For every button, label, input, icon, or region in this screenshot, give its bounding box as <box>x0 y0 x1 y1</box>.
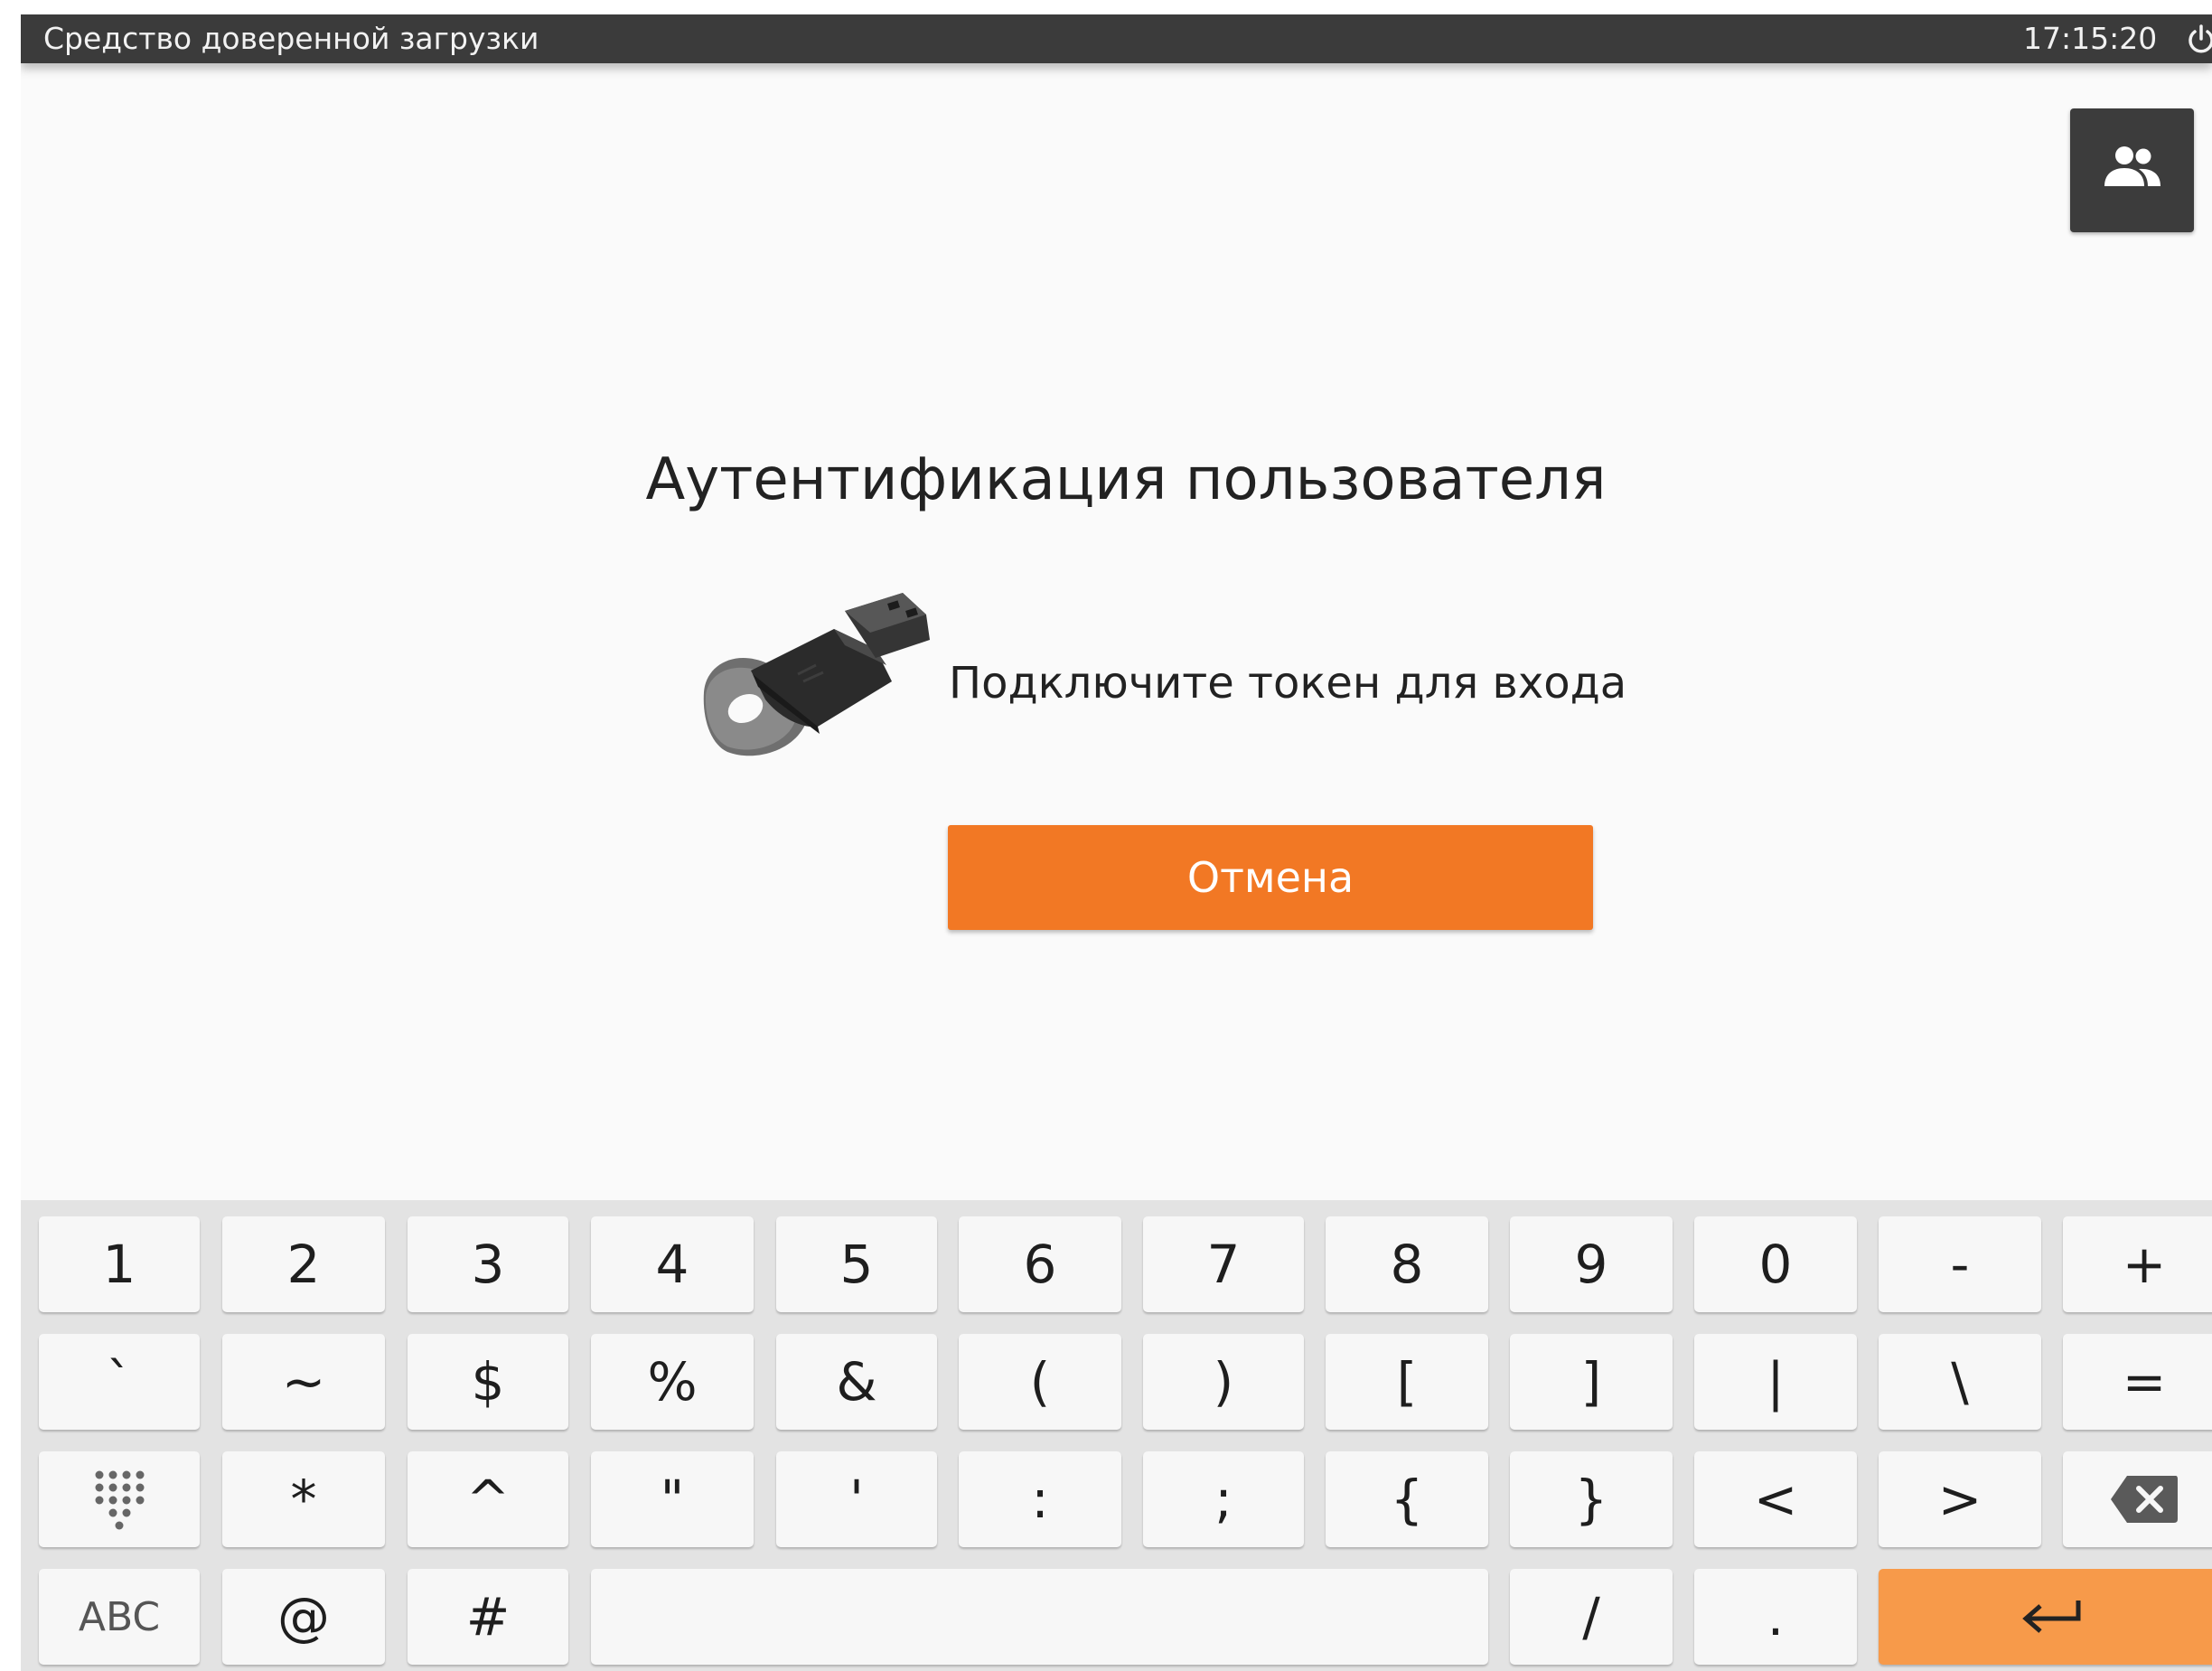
key-abc[interactable]: ABC <box>39 1569 200 1665</box>
key-percent[interactable]: % <box>591 1334 754 1430</box>
key-right-bracket[interactable]: ] <box>1510 1334 1673 1430</box>
clock: 17:15:20 <box>2023 21 2158 56</box>
key-3[interactable]: 3 <box>408 1216 568 1312</box>
key-right-brace[interactable]: } <box>1510 1451 1673 1547</box>
key-left-paren[interactable]: ( <box>959 1334 1121 1430</box>
key-numpad[interactable] <box>39 1451 200 1547</box>
key-5[interactable]: 5 <box>776 1216 937 1312</box>
key-slash[interactable]: / <box>1510 1569 1673 1665</box>
cancel-button[interactable]: Отмена <box>948 825 1593 930</box>
key-6[interactable]: 6 <box>959 1216 1121 1312</box>
key-equals[interactable]: = <box>2063 1334 2212 1430</box>
key-ampersand[interactable]: & <box>776 1334 937 1430</box>
key-9[interactable]: 9 <box>1510 1216 1673 1312</box>
enter-icon <box>2020 1597 2084 1637</box>
key-2[interactable]: 2 <box>222 1216 385 1312</box>
onscreen-keyboard: 1 2 3 4 5 6 7 8 9 0 - + ` ~ $ % & ( ) [ … <box>21 1200 2212 1671</box>
key-0[interactable]: 0 <box>1694 1216 1857 1312</box>
numpad-icon <box>92 1468 146 1531</box>
key-left-bracket[interactable]: [ <box>1326 1334 1488 1430</box>
key-double-quote[interactable]: " <box>591 1451 754 1547</box>
key-backspace[interactable] <box>2063 1451 2212 1547</box>
key-backtick[interactable]: ` <box>39 1334 200 1430</box>
key-caret[interactable]: ^ <box>408 1451 568 1547</box>
key-tilde[interactable]: ~ <box>222 1334 385 1430</box>
auth-title: Аутентификация пользователя <box>645 446 1607 513</box>
backspace-icon <box>2109 1474 2179 1525</box>
key-8[interactable]: 8 <box>1326 1216 1488 1312</box>
users-button[interactable] <box>2070 108 2194 232</box>
key-space[interactable] <box>591 1569 1488 1665</box>
token-message: Подключите токен для входа <box>949 658 1627 709</box>
key-4[interactable]: 4 <box>591 1216 754 1312</box>
screen: Средство доверенной загрузки 17:15:20 Ау… <box>21 14 2212 1671</box>
key-dollar[interactable]: $ <box>408 1334 568 1430</box>
key-less-than[interactable]: < <box>1694 1451 1857 1547</box>
key-asterisk[interactable]: * <box>222 1451 385 1547</box>
key-minus[interactable]: - <box>1879 1216 2041 1312</box>
key-hash[interactable]: # <box>408 1569 568 1665</box>
key-single-quote[interactable]: ' <box>776 1451 937 1547</box>
key-dot[interactable]: . <box>1694 1569 1857 1665</box>
app-title: Средство доверенной загрузки <box>43 21 539 56</box>
key-backslash[interactable]: \ <box>1879 1334 2041 1430</box>
key-7[interactable]: 7 <box>1143 1216 1304 1312</box>
key-right-paren[interactable]: ) <box>1143 1334 1304 1430</box>
title-bar: Средство доверенной загрузки 17:15:20 <box>21 14 2212 63</box>
power-icon[interactable] <box>2185 23 2212 56</box>
key-greater-than[interactable]: > <box>1879 1451 2041 1547</box>
key-colon[interactable]: : <box>959 1451 1121 1547</box>
users-icon <box>2103 143 2162 198</box>
key-at[interactable]: @ <box>222 1569 385 1665</box>
key-plus[interactable]: + <box>2063 1216 2212 1312</box>
key-enter[interactable] <box>1879 1569 2212 1665</box>
key-pipe[interactable]: | <box>1694 1334 1857 1430</box>
usb-token-image <box>698 593 939 774</box>
key-left-brace[interactable]: { <box>1326 1451 1488 1547</box>
key-1[interactable]: 1 <box>39 1216 200 1312</box>
key-semicolon[interactable]: ; <box>1143 1451 1304 1547</box>
